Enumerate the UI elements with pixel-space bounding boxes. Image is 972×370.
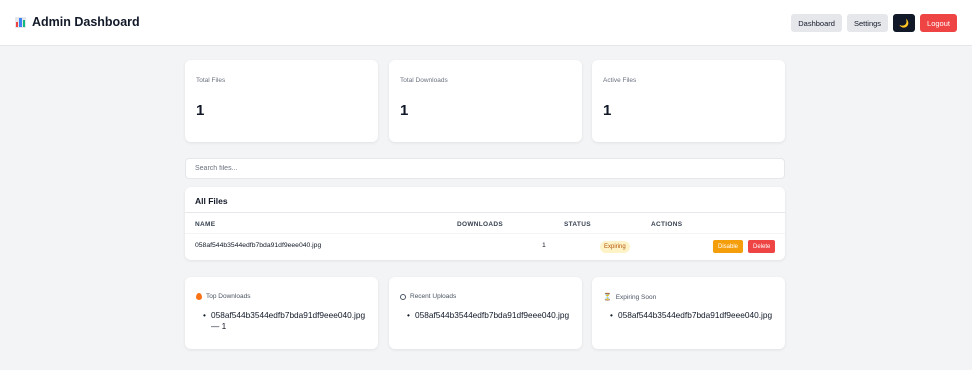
stat-value: 1: [603, 102, 612, 119]
recent-uploads-list: 058af544b3544edfb7bda91df9eee040.jpg: [407, 310, 577, 321]
header-nav: Dashboard Settings 🌙 Logout: [791, 14, 957, 32]
panel-header: ⏳ Expiring Soon: [603, 293, 657, 302]
stat-label: Total Files: [196, 77, 226, 84]
search-input[interactable]: [185, 158, 785, 179]
bar-chart-icon: [15, 16, 26, 28]
recent-uploads-panel: Recent Uploads 058af544b3544edfb7bda91df…: [389, 277, 582, 349]
column-header-status: STATUS: [564, 221, 591, 228]
top-downloads-list: 058af544b3544edfb7bda91df9eee040.jpg — 1: [203, 310, 373, 332]
dashboard-button[interactable]: Dashboard: [791, 14, 842, 32]
stat-label: Active Files: [603, 77, 637, 84]
panel-title: Expiring Soon: [615, 293, 657, 301]
column-header-downloads: DOWNLOADS: [457, 221, 504, 228]
table-header: NAME DOWNLOADS STATUS ACTIONS: [185, 212, 785, 234]
delete-button[interactable]: Delete: [748, 240, 776, 253]
clock-icon: [400, 293, 406, 300]
disable-button[interactable]: Disable: [713, 240, 744, 253]
panel-header: Top Downloads: [196, 293, 250, 300]
logout-button[interactable]: Logout: [920, 14, 957, 32]
status-badge: Expiring: [600, 241, 630, 253]
panel-title: Top Downloads: [206, 293, 251, 300]
downloads-cell: 1: [542, 242, 546, 249]
brand: Admin Dashboard: [15, 15, 140, 29]
list-item: 058af544b3544edfb7bda91df9eee040.jpg: [407, 310, 577, 321]
panel-header: Recent Uploads: [400, 293, 456, 300]
all-files-table: All Files NAME DOWNLOADS STATUS ACTIONS …: [185, 187, 785, 260]
file-name-cell: 058af544b3544edfb7bda91df9eee040.jpg: [195, 242, 322, 249]
stat-card-active-files: Active Files 1: [592, 60, 785, 142]
stat-card-total-downloads: Total Downloads 1: [389, 60, 582, 142]
list-item: 058af544b3544edfb7bda91df9eee040.jpg: [610, 310, 780, 321]
table-title: All Files: [195, 196, 228, 206]
top-navbar: Admin Dashboard Dashboard Settings 🌙 Log…: [0, 0, 972, 46]
stat-value: 1: [400, 102, 409, 119]
stat-label: Total Downloads: [400, 77, 448, 84]
settings-button[interactable]: Settings: [846, 14, 889, 32]
theme-toggle-button[interactable]: 🌙: [893, 14, 916, 32]
table-row: 058af544b3544edfb7bda91df9eee040.jpg 1 E…: [185, 235, 785, 257]
hourglass-icon: ⏳: [603, 294, 612, 301]
app-title: Admin Dashboard: [32, 15, 140, 29]
stat-value: 1: [196, 102, 205, 119]
column-header-actions: ACTIONS: [651, 221, 683, 228]
expiring-soon-panel: ⏳ Expiring Soon 058af544b3544edfb7bda91d…: [592, 277, 785, 349]
expiring-soon-list: 058af544b3544edfb7bda91df9eee040.jpg: [610, 310, 780, 321]
top-downloads-panel: Top Downloads 058af544b3544edfb7bda91df9…: [185, 277, 378, 349]
stat-card-total-files: Total Files 1: [185, 60, 378, 142]
fire-icon: [196, 293, 202, 300]
panel-title: Recent Uploads: [410, 293, 457, 300]
list-item: 058af544b3544edfb7bda91df9eee040.jpg — 1: [203, 310, 373, 332]
column-header-name: NAME: [195, 221, 216, 228]
